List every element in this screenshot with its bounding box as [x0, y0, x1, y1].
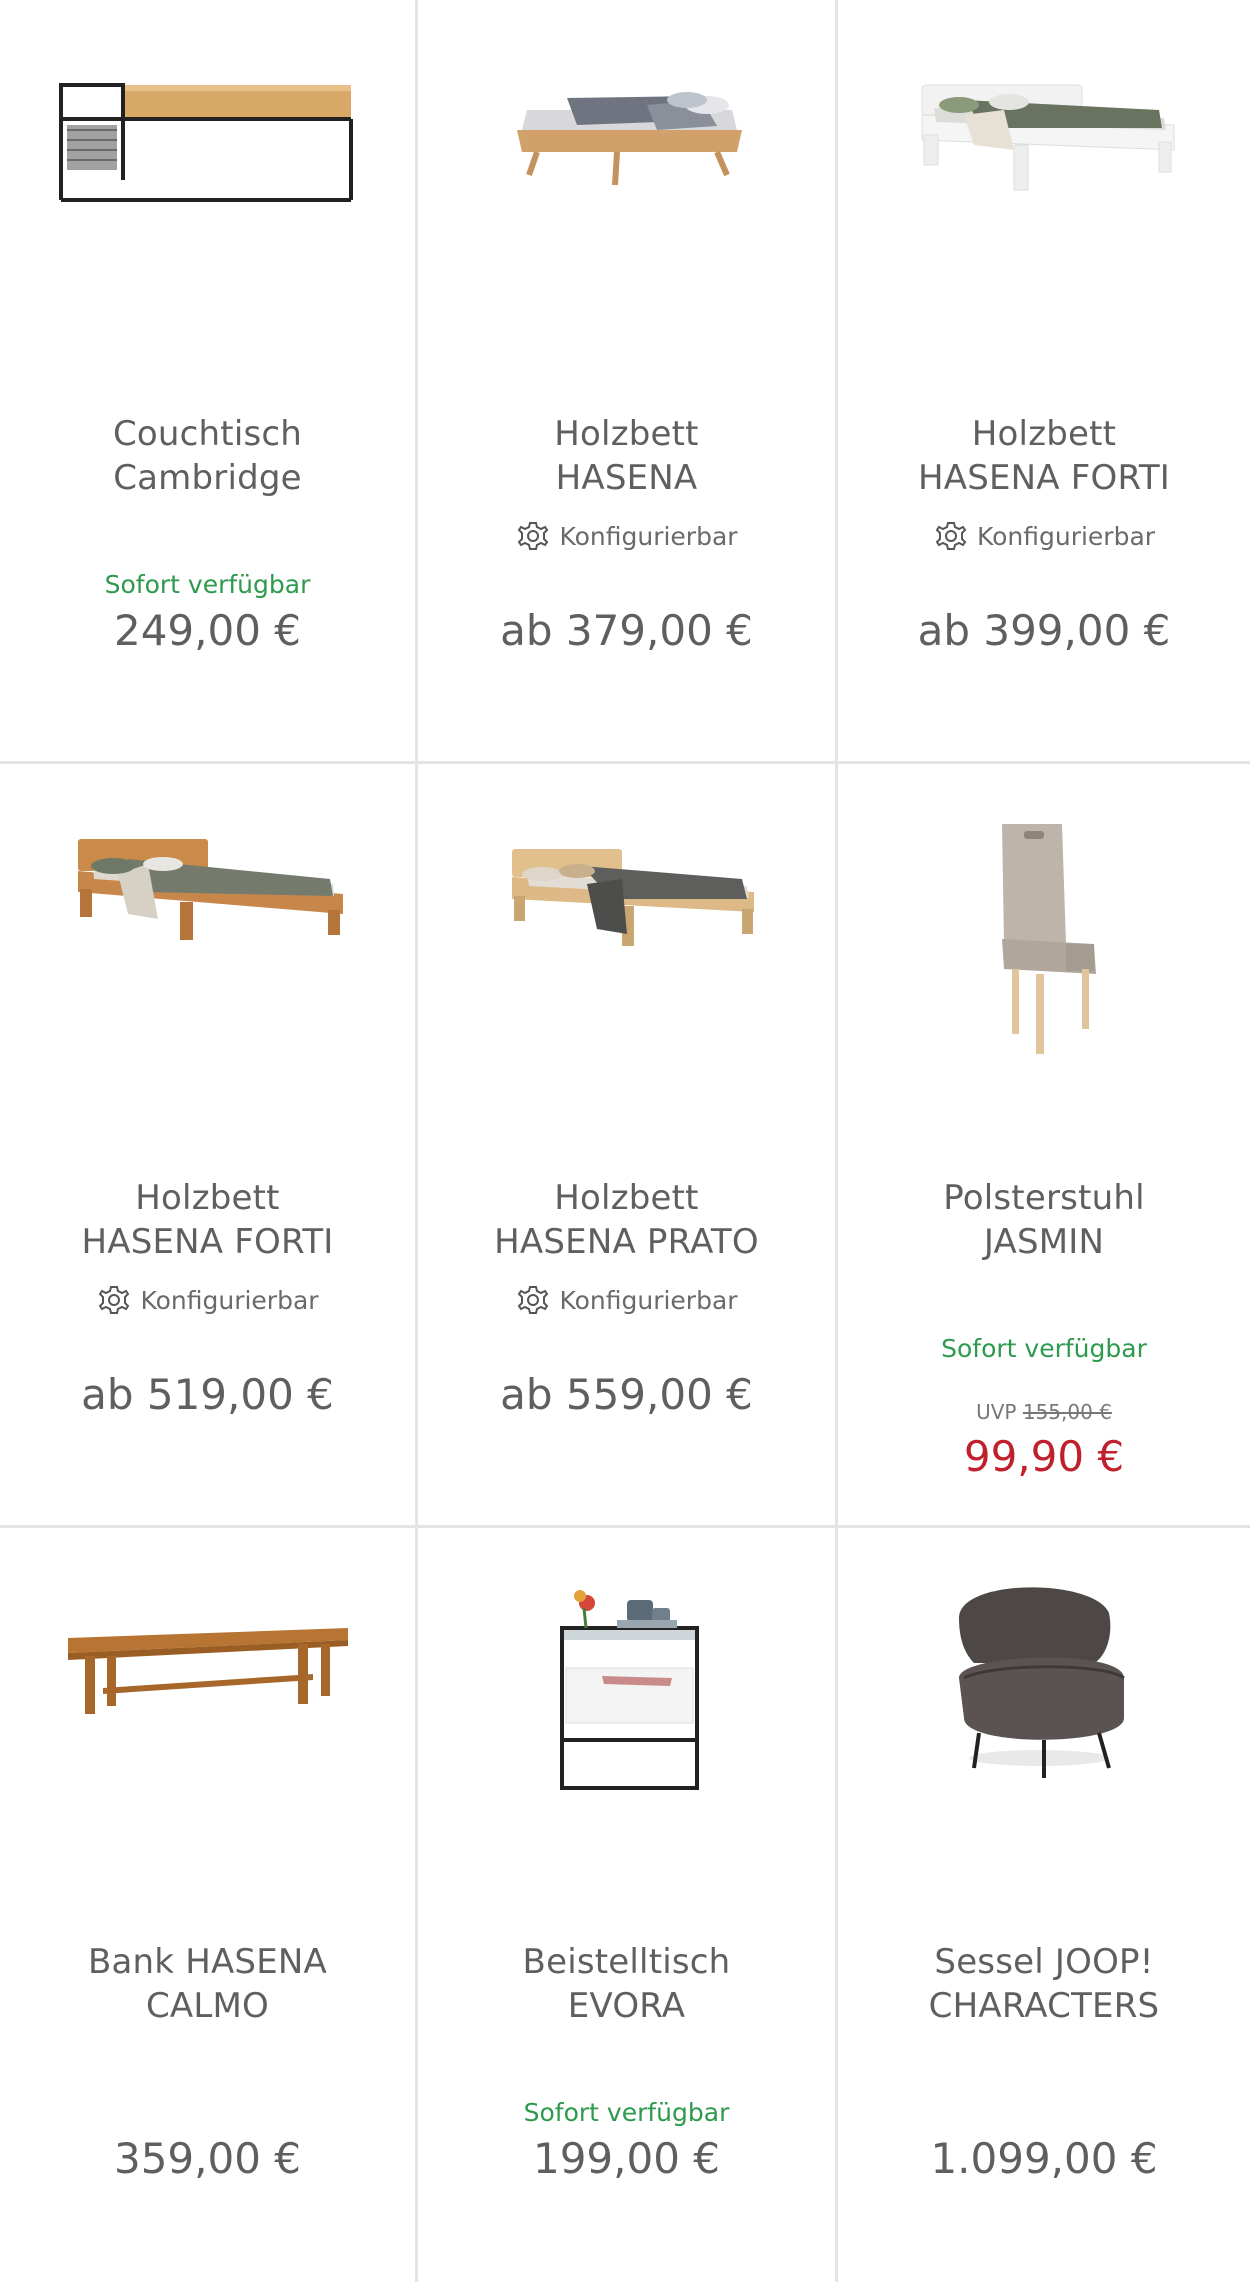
- product-title[interactable]: Bank HASENA CALMO: [0, 1940, 415, 2028]
- configurable-label: Konfigurierbar: [559, 1285, 738, 1315]
- product-image[interactable]: [418, 70, 835, 370]
- gear-icon: [518, 1286, 549, 1314]
- availability-label: Sofort verfügbar: [104, 570, 311, 599]
- product-grid: Couchtisch Cambridge Sofort verfügbar 24…: [0, 0, 1250, 2282]
- gear-icon: [99, 1286, 130, 1314]
- product-image[interactable]: [0, 70, 415, 370]
- configurable-badge: Konfigurierbar: [418, 518, 835, 554]
- product-price: 359,00 €: [113, 2134, 302, 2183]
- product-price: 199,00 €: [532, 2134, 721, 2183]
- product-card-sessel-joop-characters[interactable]: Sessel JOOP! CHARACTERS 1.099,00 €: [838, 1528, 1250, 2282]
- product-title[interactable]: Holzbett HASENA PRATO: [418, 1176, 835, 1264]
- product-price: ab 379,00 €: [500, 606, 753, 655]
- product-title[interactable]: Sessel JOOP! CHARACTERS: [838, 1940, 1250, 2028]
- product-image[interactable]: [838, 70, 1250, 370]
- availability-label: Sofort verfügbar: [941, 1334, 1147, 1363]
- configurable-badge: Konfigurierbar: [418, 1282, 835, 1318]
- product-price: ab 559,00 €: [500, 1370, 753, 1419]
- product-title[interactable]: Holzbett HASENA FORTI: [838, 412, 1250, 500]
- product-card-holzbett-hasena-forti[interactable]: Holzbett HASENA FORTI Konfigurierbar ab …: [838, 0, 1250, 764]
- product-image[interactable]: [838, 1568, 1250, 1868]
- uvp-price: UVP 155,00 €: [838, 1400, 1250, 1424]
- product-price: 1.099,00 €: [930, 2134, 1158, 2183]
- configurable-label: Konfigurierbar: [140, 1285, 319, 1315]
- configurable-badge: Konfigurierbar: [0, 1282, 415, 1318]
- gear-icon: [935, 522, 967, 550]
- product-title[interactable]: Beistelltisch EVORA: [418, 1940, 835, 2028]
- configurable-badge: Konfigurierbar: [838, 518, 1250, 554]
- configurable-label: Konfigurierbar: [976, 521, 1156, 551]
- gear-icon: [518, 522, 549, 550]
- product-sale-price: 99,90 €: [963, 1432, 1125, 1481]
- product-card-holzbett-hasena-prato[interactable]: Holzbett HASENA PRATO Konfigurierbar ab …: [418, 764, 838, 1528]
- product-title[interactable]: Couchtisch Cambridge: [0, 412, 415, 500]
- uvp-label: UVP: [976, 1400, 1017, 1424]
- product-title[interactable]: Polsterstuhl JASMIN: [838, 1176, 1250, 1264]
- product-card-holzbett-hasena-forti-2[interactable]: Holzbett HASENA FORTI Konfigurierbar ab …: [0, 764, 418, 1528]
- product-card-beistelltisch-evora[interactable]: Beistelltisch EVORA Sofort verfügbar 199…: [418, 1528, 838, 2282]
- product-image[interactable]: [418, 1548, 835, 1848]
- product-card-bank-hasena-calmo[interactable]: Bank HASENA CALMO 359,00 €: [0, 1528, 418, 2282]
- product-image[interactable]: [0, 1608, 415, 1908]
- product-card-couchtisch-cambridge[interactable]: Couchtisch Cambridge Sofort verfügbar 24…: [0, 0, 418, 764]
- product-image[interactable]: [838, 819, 1250, 1119]
- product-price: ab 519,00 €: [81, 1370, 334, 1419]
- product-card-polsterstuhl-jasmin[interactable]: Polsterstuhl JASMIN Sofort verfügbar UVP…: [838, 764, 1250, 1528]
- product-price: 249,00 €: [113, 606, 302, 655]
- product-title[interactable]: Holzbett HASENA: [418, 412, 835, 500]
- product-price: ab 399,00 €: [917, 606, 1171, 655]
- product-image[interactable]: [418, 834, 835, 1134]
- product-title[interactable]: Holzbett HASENA FORTI: [0, 1176, 415, 1264]
- product-image[interactable]: [0, 834, 415, 1134]
- configurable-label: Konfigurierbar: [559, 521, 738, 551]
- availability-label: Sofort verfügbar: [523, 2098, 730, 2127]
- uvp-old-price: 155,00 €: [1022, 1400, 1112, 1424]
- product-card-holzbett-hasena[interactable]: Holzbett HASENA Konfigurierbar ab 379,00…: [418, 0, 838, 764]
